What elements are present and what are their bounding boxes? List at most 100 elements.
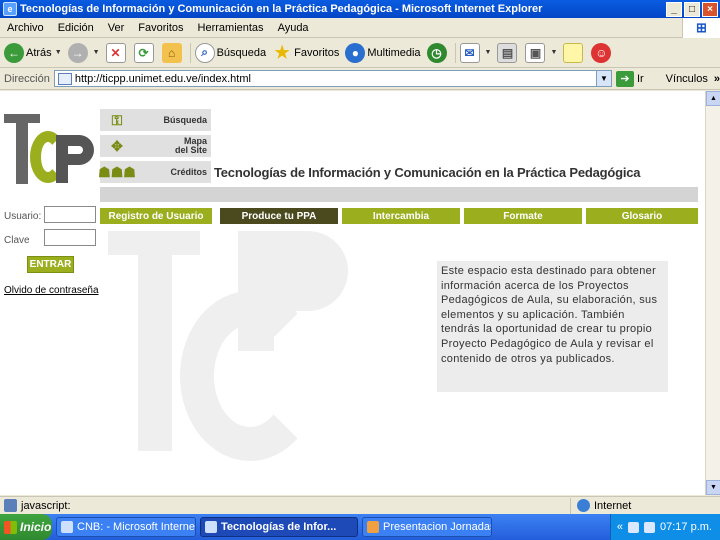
multimedia-button[interactable]: ● Multimedia bbox=[345, 42, 421, 63]
windows-logo-icon: ⊞ bbox=[682, 18, 720, 38]
toolbar: ← Atrás ▼ → ▼ ✕ ⟳ ⌂ ⌕ Búsqueda ★ Favorit… bbox=[0, 38, 720, 68]
password-input[interactable] bbox=[44, 229, 96, 246]
zone-text: Internet bbox=[594, 499, 632, 512]
scroll-up-icon[interactable]: ▲ bbox=[706, 91, 720, 106]
favorites-button[interactable]: ★ Favoritos bbox=[272, 43, 339, 63]
people-icon: ☗☗☗ bbox=[98, 163, 136, 180]
maximize-button[interactable]: □ bbox=[684, 1, 700, 17]
key-icon: ⚿ bbox=[111, 111, 123, 128]
address-dropdown-icon[interactable]: ▼ bbox=[596, 71, 611, 86]
stop-button[interactable]: ✕ bbox=[105, 42, 128, 63]
nav-produce-ppa[interactable]: Produce tu PPA bbox=[220, 208, 338, 224]
home-icon: ⌂ bbox=[161, 42, 182, 63]
edit-button[interactable]: ▣ ▼ bbox=[525, 42, 557, 63]
menu-edicion[interactable]: Edición bbox=[51, 22, 101, 34]
menu-archivo[interactable]: Archivo bbox=[0, 22, 51, 34]
menu-ver[interactable]: Ver bbox=[101, 22, 132, 34]
status-text: javascript: bbox=[21, 499, 71, 512]
tray-expand-icon[interactable]: « bbox=[617, 521, 623, 533]
search-button[interactable]: ⌕ Búsqueda bbox=[194, 42, 267, 63]
forward-dropdown-icon[interactable]: ▼ bbox=[93, 49, 100, 56]
menu-bar: Archivo Edición Ver Favoritos Herramient… bbox=[0, 18, 720, 38]
windows-flag-icon bbox=[4, 520, 17, 534]
discuss-button[interactable] bbox=[563, 42, 585, 63]
nav-glosario[interactable]: Glosario bbox=[586, 208, 698, 224]
user-input[interactable] bbox=[44, 206, 96, 223]
close-button[interactable]: × bbox=[702, 1, 718, 17]
links-button[interactable]: Vínculos bbox=[666, 73, 708, 85]
mapa-site-link[interactable]: ✥ Mapa del Site bbox=[100, 135, 211, 157]
site-logo[interactable] bbox=[4, 109, 96, 185]
messenger-button[interactable]: ☺ bbox=[591, 42, 613, 63]
toolbar-separator bbox=[189, 42, 191, 63]
address-bar: Dirección http://ticpp.unimet.edu.ve/ind… bbox=[0, 68, 720, 90]
menu-favoritos[interactable]: Favoritos bbox=[131, 22, 190, 34]
tray-shield-icon[interactable] bbox=[644, 521, 656, 533]
edit-dropdown-icon[interactable]: ▼ bbox=[550, 49, 557, 56]
creditos-link[interactable]: ☗☗☗ Créditos bbox=[98, 161, 211, 183]
refresh-icon: ⟳ bbox=[133, 42, 154, 63]
mail-icon: ✉ bbox=[459, 42, 480, 63]
edit-page-icon: ▣ bbox=[525, 42, 546, 63]
tray-app-icon[interactable] bbox=[628, 521, 640, 533]
forward-button[interactable]: → ▼ bbox=[67, 42, 100, 63]
address-url[interactable]: http://ticpp.unimet.edu.ve/index.html bbox=[75, 73, 251, 85]
scroll-down-icon[interactable]: ▼ bbox=[706, 480, 720, 495]
note-icon bbox=[563, 42, 584, 63]
messenger-icon: ☺ bbox=[591, 42, 612, 63]
menu-ayuda[interactable]: Ayuda bbox=[271, 22, 316, 34]
title-bar: e Tecnologías de Información y Comunicac… bbox=[0, 0, 720, 18]
back-button[interactable]: ← Atrás ▼ bbox=[4, 42, 62, 63]
watermark-t-stem bbox=[138, 231, 172, 451]
busqueda-link[interactable]: ⚿ Búsqueda bbox=[100, 109, 211, 131]
task-cnb-label: CNB: - Microsoft Interne... bbox=[77, 521, 196, 533]
search-icon: ⌕ bbox=[194, 42, 215, 63]
start-button[interactable]: Inicio bbox=[0, 514, 52, 540]
address-label: Dirección bbox=[4, 72, 50, 85]
task-presentacion-label: Presentacion Jornadas M... bbox=[383, 521, 492, 533]
back-label: Atrás bbox=[26, 46, 52, 59]
menu-herramientas[interactable]: Herramientas bbox=[191, 22, 271, 34]
history-button[interactable]: ◷ bbox=[426, 42, 449, 63]
task-tecnologias[interactable]: Tecnologías de Infor... bbox=[200, 517, 358, 537]
ie-task-icon bbox=[205, 521, 217, 533]
chevron-right-icon[interactable]: » bbox=[714, 73, 720, 85]
task-cnb[interactable]: CNB: - Microsoft Interne... bbox=[56, 517, 196, 537]
page-viewport: ⚿ Búsqueda ✥ Mapa del Site ☗☗☗ Créditos … bbox=[0, 91, 705, 495]
address-input[interactable]: http://ticpp.unimet.edu.ve/index.html ▼ bbox=[53, 70, 612, 87]
print-button[interactable]: ▤ bbox=[497, 42, 519, 63]
vertical-scrollbar[interactable]: ▲ ▼ bbox=[705, 91, 720, 495]
nav-registro-usuario[interactable]: Registro de Usuario bbox=[100, 208, 212, 224]
page-icon bbox=[57, 72, 72, 85]
system-tray: « 07:17 p.m. bbox=[609, 514, 720, 540]
zone-panel: Internet bbox=[570, 497, 720, 514]
home-button[interactable]: ⌂ bbox=[161, 42, 184, 63]
go-button[interactable]: Ir bbox=[637, 73, 644, 85]
nav-intercambia[interactable]: Intercambia bbox=[342, 208, 460, 224]
password-label: Clave bbox=[4, 235, 30, 246]
nav-formate[interactable]: Formate bbox=[464, 208, 582, 224]
media-globe-icon: ● bbox=[345, 42, 366, 63]
info-text: Este espacio esta destinado para obtener… bbox=[437, 261, 668, 392]
start-label: Inicio bbox=[20, 520, 52, 534]
site-title: Tecnologías de Información y Comunicació… bbox=[214, 165, 641, 180]
stop-icon: ✕ bbox=[105, 42, 126, 63]
enter-button[interactable]: ENTRAR bbox=[27, 256, 74, 273]
forgot-password-link[interactable]: Olvido de contraseña bbox=[4, 285, 99, 296]
user-label: Usuario: bbox=[4, 211, 42, 222]
mail-dropdown-icon[interactable]: ▼ bbox=[485, 49, 492, 56]
minimize-button[interactable]: _ bbox=[666, 1, 682, 17]
busqueda-label: Búsqueda bbox=[163, 114, 207, 125]
refresh-button[interactable]: ⟳ bbox=[133, 42, 156, 63]
ie-task-icon bbox=[61, 521, 73, 533]
search-label: Búsqueda bbox=[216, 46, 267, 59]
mail-button[interactable]: ✉ ▼ bbox=[459, 42, 492, 63]
go-arrow-icon[interactable]: ➔ bbox=[616, 70, 634, 87]
powerpoint-task-icon bbox=[367, 521, 379, 533]
page-status-icon bbox=[4, 499, 17, 512]
task-presentacion[interactable]: Presentacion Jornadas M... bbox=[362, 517, 492, 537]
logo-t-stem bbox=[16, 114, 28, 184]
clock: 07:17 p.m. bbox=[660, 521, 712, 533]
back-dropdown-icon[interactable]: ▼ bbox=[55, 49, 62, 56]
status-bar: javascript: Internet bbox=[0, 496, 720, 514]
